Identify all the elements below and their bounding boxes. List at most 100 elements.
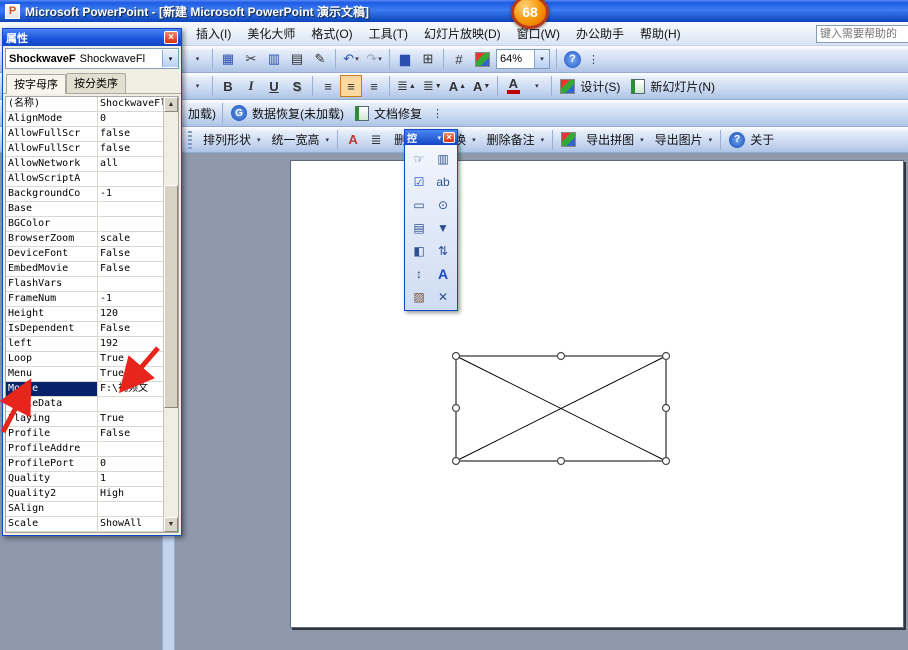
paste-icon[interactable]: ▤ [286, 48, 308, 70]
option-button-icon[interactable]: ⊙ [431, 193, 455, 216]
property-row[interactable]: Quality 1 [6, 472, 163, 487]
bold-button[interactable]: B [217, 75, 239, 97]
properties-icon[interactable]: ☞ [407, 147, 431, 170]
help-input[interactable] [816, 25, 908, 43]
toggle-button-icon[interactable]: ◧ [407, 239, 431, 262]
zoom-combo[interactable]: 64% ▾ [496, 49, 550, 69]
property-value-cell[interactable]: True [98, 367, 163, 381]
property-value-cell[interactable]: False [98, 427, 163, 441]
property-row[interactable]: AllowFullScr false [6, 127, 163, 142]
property-name-cell[interactable]: BGColor [6, 217, 98, 231]
menu-item[interactable]: 美化大师 [239, 22, 303, 45]
insert-table-icon[interactable]: ▦ [217, 48, 239, 70]
menu-item[interactable]: 工具(T) [361, 22, 416, 45]
property-row[interactable]: AllowNetwork all [6, 157, 163, 172]
menu-item[interactable]: 格式(O) [303, 22, 360, 45]
arrange-shapes-button[interactable]: 排列形状 ▾ [197, 129, 265, 151]
menu-item[interactable]: 办公助手 [568, 22, 632, 45]
export-image-button[interactable]: 导出图片 ▾ [649, 129, 717, 151]
underline-button[interactable]: U [263, 75, 285, 97]
data-recovery-button[interactable]: G 数据恢复(未加载) [227, 102, 350, 124]
menu-item[interactable]: 插入(I) [188, 22, 239, 45]
view-code-icon[interactable]: ▥ [431, 147, 455, 170]
property-row[interactable]: Playing True [6, 412, 163, 427]
property-value-cell[interactable]: F:\视频文 [98, 382, 163, 396]
property-row[interactable]: IsDependent False [6, 322, 163, 337]
property-row[interactable]: MovieData [6, 397, 163, 412]
label-icon[interactable]: A [431, 262, 455, 285]
property-name-cell[interactable]: Quality2 [6, 487, 98, 501]
property-name-cell[interactable]: ProfileAddre [6, 442, 98, 456]
cut-icon[interactable]: ✂ [240, 48, 262, 70]
image-icon[interactable]: ▨ [407, 285, 431, 308]
align-left-button[interactable]: ≡ [317, 75, 339, 97]
redo-icon[interactable]: ↷ ▾ [363, 48, 385, 70]
property-row[interactable]: BrowserZoom scale [6, 232, 163, 247]
combo-fragment-icon[interactable]: ▾ [186, 48, 208, 70]
spin-button-icon[interactable]: ⇅ [431, 239, 455, 262]
property-row[interactable]: ProfileAddre [6, 442, 163, 457]
property-name-cell[interactable]: IsDependent [6, 322, 98, 336]
design-button[interactable]: 设计(S) [556, 75, 626, 97]
property-row[interactable]: EmbedMovie False [6, 262, 163, 277]
align-right-button[interactable]: ≡ [363, 75, 385, 97]
textbox-icon[interactable]: ab [431, 170, 455, 193]
text-shadow-button[interactable]: S [286, 75, 308, 97]
font-size-fragment-icon[interactable]: ▾ [186, 75, 208, 97]
chevron-down-icon[interactable]: ▾ [534, 50, 549, 68]
property-value-cell[interactable] [98, 397, 163, 411]
properties-titlebar[interactable]: 属性 × [3, 29, 181, 46]
property-value-cell[interactable]: 192 [98, 337, 163, 351]
insert-chart-icon[interactable]: ▆ [394, 48, 416, 70]
property-value-cell[interactable]: all [98, 157, 163, 171]
property-row[interactable]: BGColor [6, 217, 163, 232]
property-value-cell[interactable]: False [98, 322, 163, 336]
property-name-cell[interactable]: (名称) [6, 97, 98, 111]
property-row[interactable]: Loop True [6, 352, 163, 367]
property-row[interactable]: DeviceFont False [6, 247, 163, 262]
command-button-icon[interactable]: ▭ [407, 193, 431, 216]
delete-notes-button[interactable]: 删除备注 ▾ [481, 129, 549, 151]
property-value-cell[interactable] [98, 217, 163, 231]
property-name-cell[interactable]: Base [6, 202, 98, 216]
properties-scrollbar[interactable]: ▲ ▼ [163, 97, 178, 532]
toolbar-overflow-icon[interactable]: ⋮ [429, 107, 446, 120]
property-value-cell[interactable]: True [98, 412, 163, 426]
property-name-cell[interactable]: Menu [6, 367, 98, 381]
property-row[interactable]: Scale ShowAll [6, 517, 163, 532]
property-name-cell[interactable]: DeviceFont [6, 247, 98, 261]
about-button[interactable]: ? 关于 [725, 129, 780, 151]
property-value-cell[interactable] [98, 442, 163, 456]
property-name-cell[interactable]: BrowserZoom [6, 232, 98, 246]
property-row[interactable]: Profile False [6, 427, 163, 442]
increase-font-size-icon[interactable]: A ▲ [446, 75, 469, 97]
property-name-cell[interactable]: Profile [6, 427, 98, 441]
tab-categorized[interactable]: 按分类序 [66, 73, 126, 93]
scrollbar-thumb[interactable] [164, 184, 178, 408]
property-name-cell[interactable]: AllowFullScr [6, 142, 98, 156]
property-name-cell[interactable]: Scale [6, 517, 98, 531]
list-tool-icon[interactable]: ≣ [365, 129, 387, 151]
property-value-cell[interactable] [98, 172, 163, 186]
property-name-cell[interactable]: Loop [6, 352, 98, 366]
scrollbar-track[interactable] [164, 112, 178, 517]
property-name-cell[interactable]: left [6, 337, 98, 351]
menu-item[interactable]: 帮助(H) [632, 22, 689, 45]
property-value-cell[interactable]: 0 [98, 112, 163, 126]
property-name-cell[interactable]: AllowFullScr [6, 127, 98, 141]
property-value-cell[interactable]: False [98, 262, 163, 276]
chevron-down-icon[interactable]: ▾ [162, 50, 178, 67]
fill-color-icon[interactable] [471, 48, 493, 70]
property-row[interactable]: (名称) ShockwaveFl [6, 97, 163, 112]
property-row[interactable]: AllowScriptA [6, 172, 163, 187]
property-name-cell[interactable]: FrameNum [6, 292, 98, 306]
property-value-cell[interactable]: 0 [98, 457, 163, 471]
property-value-cell[interactable]: scale [98, 232, 163, 246]
property-row[interactable]: SAlign [6, 502, 163, 517]
slide-canvas[interactable] [290, 160, 904, 628]
unify-size-button[interactable]: 统一宽高 ▾ [266, 129, 334, 151]
property-value-cell[interactable]: ShowAll [98, 517, 163, 531]
property-value-cell[interactable] [98, 502, 163, 516]
chevron-down-icon[interactable]: ▾ [437, 134, 441, 142]
property-value-cell[interactable]: False [98, 247, 163, 261]
